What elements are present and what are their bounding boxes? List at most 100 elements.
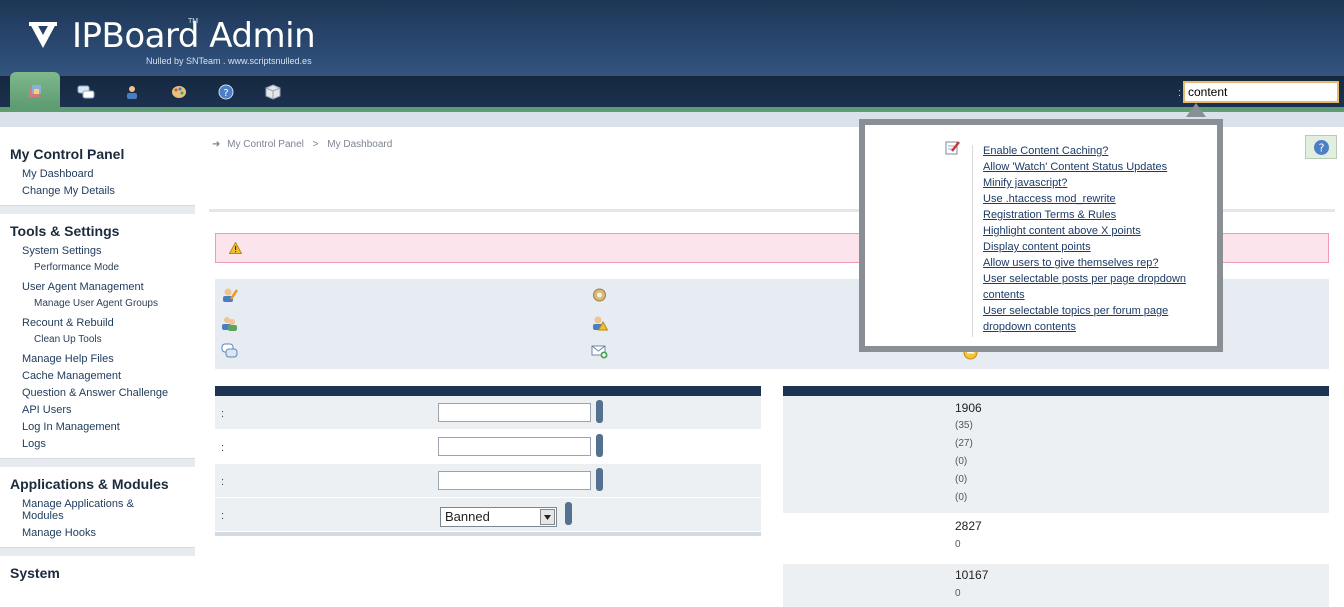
form-row: : <box>215 430 761 464</box>
sidebar-item-logs[interactable]: Logs <box>0 436 195 458</box>
chevron-down-icon[interactable] <box>540 509 555 525</box>
text-field[interactable] <box>438 437 591 456</box>
settings-gear-icon[interactable] <box>591 287 608 303</box>
search-result-link[interactable]: Minify javascript? <box>983 177 1067 189</box>
search-result-link[interactable]: User selectable posts per page dropdown … <box>983 273 1186 301</box>
sidebar-section-title: Tools & Settings <box>10 223 120 239</box>
list-item: Use .htaccess mod_rewrite <box>983 191 1208 207</box>
warning-icon <box>229 242 242 254</box>
search-label: : <box>1178 87 1182 99</box>
edit-member-icon[interactable] <box>221 287 238 303</box>
sidebar-item-cache-management[interactable]: Cache Management <box>0 368 195 385</box>
field-label: : <box>221 442 225 454</box>
settings-edit-icon <box>945 141 960 155</box>
table-header <box>783 386 1329 396</box>
search-result-link[interactable]: Allow users to give themselves rep? <box>983 257 1158 269</box>
popup-pointer <box>1186 103 1206 117</box>
search-result-link[interactable]: Display content points <box>983 241 1091 253</box>
sidebar-gap <box>0 206 195 214</box>
popup-divider <box>972 145 973 337</box>
stat-main-value: 1906 <box>955 401 982 415</box>
home-icon <box>29 85 41 97</box>
sidebar-item-manage-user-agent-groups[interactable]: Manage User Agent Groups <box>0 296 195 315</box>
search-results-popup: Enable Content Caching? Allow 'Watch' Co… <box>859 119 1223 352</box>
search-result-link[interactable]: User selectable topics per forum page dr… <box>983 305 1168 333</box>
sidebar-section-my-control-panel: My Control Panel My Dashboard Change My … <box>0 137 195 206</box>
sidebar-section-title: My Control Panel <box>10 146 125 162</box>
tab-home[interactable] <box>10 72 60 107</box>
field-label: : <box>221 510 225 522</box>
search-result-link[interactable]: Registration Terms & Rules <box>983 209 1116 221</box>
sidebar-item-recount-rebuild[interactable]: Recount & Rebuild <box>0 315 195 332</box>
tab-members[interactable] <box>107 78 157 107</box>
email-add-icon[interactable] <box>591 343 608 359</box>
group-select-value: Banned <box>445 509 490 524</box>
search-result-link[interactable]: Highlight content above X points <box>983 225 1141 237</box>
sidebar-item-manage-help-files[interactable]: Manage Help Files <box>0 351 195 368</box>
stat-main-value: 2827 <box>955 519 982 533</box>
search-results-panel: Enable Content Caching? Allow 'Watch' Co… <box>865 125 1217 346</box>
member-warning-icon[interactable] <box>591 315 608 331</box>
stat-sub-value: (35) <box>955 420 973 431</box>
tab-other[interactable] <box>248 78 298 107</box>
tab-look-and-feel[interactable] <box>154 78 204 107</box>
sidebar-gap <box>0 459 195 467</box>
sidebar-section-tools-settings: Tools & Settings System Settings Perform… <box>0 214 195 459</box>
help-icon: ? <box>1314 140 1329 155</box>
sidebar-item-my-dashboard[interactable]: My Dashboard <box>0 166 195 183</box>
stat-sub-value: (27) <box>955 438 973 449</box>
form-row: : <box>215 464 761 498</box>
form-row: : Banned <box>215 498 761 532</box>
ipboard-logo-icon <box>29 22 57 48</box>
list-item: Allow users to give themselves rep? <box>983 255 1208 271</box>
chat-icon[interactable] <box>221 343 238 359</box>
sidebar-item-clean-up-tools[interactable]: Clean Up Tools <box>0 332 195 351</box>
sidebar-item-log-in-management[interactable]: Log In Management <box>0 419 195 436</box>
search-input[interactable] <box>1183 81 1339 103</box>
sidebar-item-manage-applications[interactable]: Manage Applications & Modules <box>0 496 195 525</box>
sidebar-item-change-my-details[interactable]: Change My Details <box>0 183 195 205</box>
sidebar-item-user-agent-management[interactable]: User Agent Management <box>0 279 195 296</box>
breadcrumb-root-link[interactable]: My Control Panel <box>227 139 304 150</box>
sidebar: My Control Panel My Dashboard Change My … <box>0 137 195 607</box>
search-result-link[interactable]: Use .htaccess mod_rewrite <box>983 193 1116 205</box>
tab-forums[interactable] <box>60 78 110 107</box>
text-field[interactable] <box>438 403 591 422</box>
field-label: : <box>221 476 225 488</box>
stats-row: 10167 0 <box>783 564 1329 607</box>
breadcrumb-arrow-icon: ➜ <box>212 139 221 150</box>
go-button[interactable] <box>596 434 603 457</box>
go-button[interactable] <box>565 502 572 525</box>
list-item: Enable Content Caching? <box>983 143 1208 159</box>
sidebar-section-applications-modules: Applications & Modules Manage Applicatio… <box>0 467 195 548</box>
sidebar-section-title: Applications & Modules <box>10 476 169 492</box>
list-item: Display content points <box>983 239 1208 255</box>
go-button[interactable] <box>596 468 603 491</box>
member-group-icon[interactable] <box>221 315 238 331</box>
tab-support[interactable]: ? <box>201 78 251 107</box>
sidebar-item-manage-hooks[interactable]: Manage Hooks <box>0 525 195 547</box>
page-help-button[interactable]: ? <box>1305 135 1337 159</box>
member-search-form: : : : : Banned <box>215 386 761 539</box>
search-result-link[interactable]: Allow 'Watch' Content Status Updates <box>983 161 1167 173</box>
text-field[interactable] <box>438 471 591 490</box>
search-result-link[interactable]: Enable Content Caching? <box>983 145 1108 157</box>
table-header <box>215 386 761 396</box>
svg-text:?: ? <box>223 88 228 99</box>
sidebar-item-performance-mode[interactable]: Performance Mode <box>0 260 195 279</box>
group-select[interactable]: Banned <box>440 507 557 527</box>
members-icon <box>127 86 137 99</box>
sidebar-gap <box>0 548 195 556</box>
list-item: Highlight content above X points <box>983 223 1208 239</box>
sidebar-item-api-users[interactable]: API Users <box>0 402 195 419</box>
breadcrumb-current: My Dashboard <box>327 139 393 150</box>
field-label: : <box>221 408 225 420</box>
list-item: Registration Terms & Rules <box>983 207 1208 223</box>
sidebar-item-question-answer[interactable]: Question & Answer Challenge <box>0 385 195 402</box>
form-row: : <box>215 396 761 430</box>
help-icon: ? <box>218 84 234 100</box>
breadcrumb: ➜ My Control Panel > My Dashboard <box>212 139 392 150</box>
go-button[interactable] <box>596 400 603 423</box>
sidebar-item-system-settings[interactable]: System Settings <box>0 243 195 260</box>
sidebar-section-title: System <box>10 565 60 581</box>
